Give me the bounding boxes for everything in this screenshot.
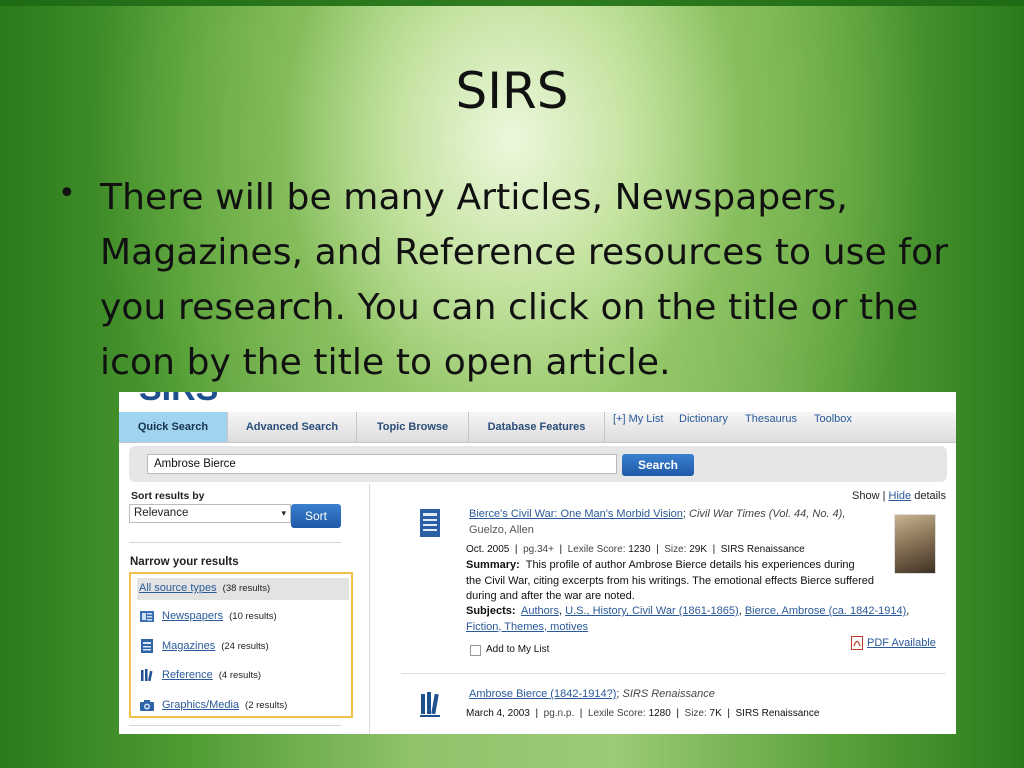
result-pages: pg.n.p.: [543, 708, 575, 719]
result-meta: March 4, 2003 | pg.n.p. | Lexile Score: …: [466, 708, 820, 719]
result-author: Guelzo, Allen: [469, 524, 534, 536]
result-meta: Oct. 2005 | pg.34+ | Lexile Score: 1230 …: [466, 544, 805, 555]
pdf-icon[interactable]: [851, 636, 863, 650]
size-label: Size:: [664, 544, 687, 555]
dictionary-link[interactable]: Dictionary: [679, 413, 728, 425]
add-to-list-checkbox[interactable]: [470, 645, 481, 656]
sort-label: Sort results by: [131, 490, 205, 502]
chevron-down-icon: ▾: [281, 508, 286, 518]
show-label: Show: [852, 490, 880, 502]
facet-all-source-types[interactable]: All source types (38 results): [137, 578, 349, 600]
sirs-screenshot: SIRS Quick Search Advanced Search Topic …: [119, 392, 956, 734]
summary-line: the Civil War, citing excerpts from his …: [466, 574, 874, 587]
lexile-score: 1230: [628, 544, 651, 555]
result-date: Oct. 2005: [466, 544, 510, 555]
facet-count: (4 results): [218, 670, 261, 681]
facet-graphics-media[interactable]: Graphics/Media (2 results): [137, 695, 349, 717]
result-collection: SIRS Renaissance: [735, 708, 820, 719]
tab-advanced-search[interactable]: Advanced Search: [228, 412, 357, 442]
result-size: 7K: [709, 708, 722, 719]
result-collection: SIRS Renaissance: [720, 544, 805, 555]
thesaurus-link[interactable]: Thesaurus: [745, 413, 797, 425]
hide-details-link[interactable]: Hide: [889, 490, 912, 502]
bullet-text: There will be many Articles, Newspapers,…: [100, 177, 949, 383]
facet-newspapers[interactable]: Newspapers (10 results): [137, 606, 349, 628]
narrow-results-label: Narrow your results: [130, 556, 239, 568]
magazine-icon: [141, 639, 153, 653]
result-size: 29K: [689, 544, 708, 555]
lexile-score: 1280: [648, 708, 671, 719]
result-title-link[interactable]: Ambrose Bierce (1842-1914?): [469, 688, 616, 700]
results-list: Show | Hide details Bierce's Civil War: …: [371, 484, 956, 734]
result-title-line: Bierce's Civil War: One Man's Morbid Vis…: [469, 508, 846, 520]
sidebar: Sort results by Relevance ▾ Sort Narrow …: [119, 484, 370, 734]
facet-link[interactable]: All source types: [139, 582, 217, 594]
subject-link[interactable]: Authors: [521, 605, 559, 617]
bullet-item: • There will be many Articles, Newspaper…: [58, 170, 978, 390]
subjects-label: Subjects:: [466, 605, 516, 617]
sort-selected-value: Relevance: [134, 507, 189, 519]
toolbox-link[interactable]: Toolbox: [814, 413, 852, 425]
sort-select[interactable]: Relevance ▾: [129, 504, 291, 523]
reference-books-icon[interactable]: [419, 688, 441, 718]
lexile-label: Lexile Score:: [587, 708, 646, 719]
facet-count: (2 results): [245, 700, 288, 711]
separator: |: [882, 490, 886, 502]
result-source: Civil War Times (Vol. 44, No. 4),: [689, 508, 846, 520]
facet-link[interactable]: Reference: [162, 669, 213, 681]
tab-topic-browse[interactable]: Topic Browse: [357, 412, 469, 442]
tab-database-features[interactable]: Database Features: [469, 412, 605, 442]
newspaper-icon: [140, 611, 154, 622]
result-pages: pg.34+: [523, 544, 554, 555]
divider: [129, 725, 341, 726]
result-source: SIRS Renaissance: [622, 688, 715, 700]
my-list-link[interactable]: [+] My List: [613, 413, 663, 425]
subject-link[interactable]: Bierce, Ambrose (ca. 1842-1914): [745, 605, 906, 617]
divider: [129, 542, 341, 543]
result-subjects: Subjects: Authors, U.S., History, Civil …: [466, 605, 910, 633]
slide-title: SIRS: [455, 62, 569, 120]
reference-books-icon: [141, 669, 153, 682]
top-links-bg: [601, 392, 861, 412]
add-to-list-label[interactable]: Add to My List: [486, 644, 549, 655]
facet-reference[interactable]: Reference (4 results): [137, 665, 349, 687]
show-hide-details: Show | Hide details: [852, 490, 946, 502]
facet-count: (38 results): [222, 583, 271, 594]
search-input[interactable]: Ambrose Bierce: [147, 454, 617, 474]
size-label: Size:: [684, 708, 707, 719]
sirs-logo: SIRS: [139, 392, 218, 409]
lexile-label: Lexile Score:: [567, 544, 626, 555]
summary-line: during and after the war are noted.: [466, 590, 635, 602]
facet-list: All source types (38 results) Newspapers (…: [129, 572, 353, 718]
facet-link[interactable]: Magazines: [162, 640, 215, 652]
summary-label: Summary:: [466, 559, 520, 571]
facet-count: (24 results): [221, 641, 269, 652]
search-button[interactable]: Search: [622, 454, 694, 476]
magazine-icon[interactable]: [419, 508, 441, 538]
pdf-available-link[interactable]: PDF Available: [867, 637, 936, 649]
facet-link[interactable]: Graphics/Media: [162, 699, 239, 711]
camera-icon: [140, 700, 154, 711]
bullet-dot-icon: •: [58, 176, 76, 211]
facet-link[interactable]: Newspapers: [162, 610, 223, 622]
subject-link[interactable]: U.S., History, Civil War (1861-1865): [565, 605, 739, 617]
author-portrait-image[interactable]: [894, 514, 936, 574]
result-title-line: Ambrose Bierce (1842-1914?); SIRS Renais…: [469, 688, 715, 700]
slide-top-border: [0, 0, 1024, 6]
details-label: details: [914, 490, 946, 502]
result-title-link[interactable]: Bierce's Civil War: One Man's Morbid Vis…: [469, 508, 683, 520]
facet-count: (10 results): [229, 611, 277, 622]
result-summary: Summary: This profile of author Ambrose …: [466, 558, 916, 605]
summary-line: This profile of author Ambrose Bierce de…: [525, 559, 855, 571]
facet-magazines[interactable]: Magazines (24 results): [137, 636, 349, 658]
subject-link[interactable]: Fiction, Themes, motives: [466, 621, 588, 633]
sort-button[interactable]: Sort: [291, 504, 341, 528]
result-date: March 4, 2003: [466, 708, 530, 719]
result-divider: [401, 673, 946, 674]
tab-quick-search[interactable]: Quick Search: [119, 412, 228, 442]
search-bar: Ambrose Bierce Search: [129, 446, 947, 482]
